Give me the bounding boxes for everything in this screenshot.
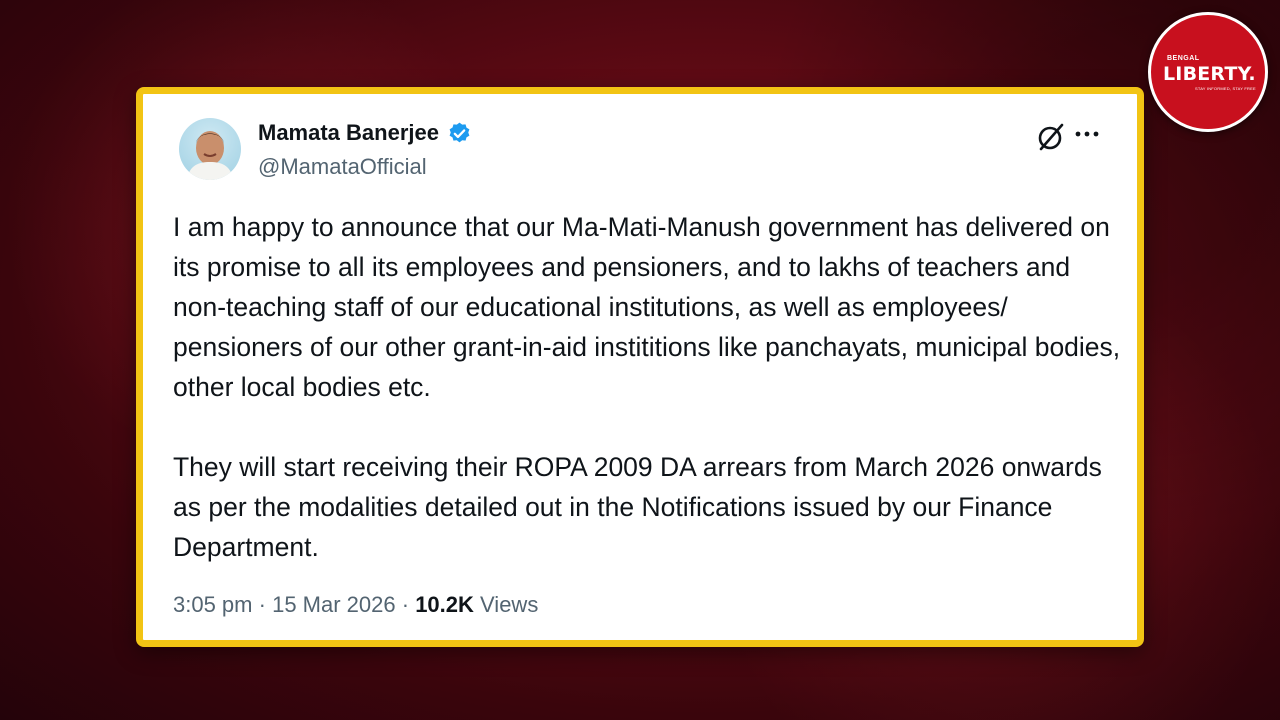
meta-separator: ·	[401, 592, 410, 617]
author-handle[interactable]: @MamataOfficial	[258, 154, 427, 180]
bengal-liberty-logo: BENGAL LIBERTY. STAY INFORMED, STAY FREE	[1148, 12, 1268, 132]
grok-icon[interactable]	[1037, 122, 1065, 152]
author-name[interactable]: Mamata Banerjee	[258, 120, 472, 146]
views-count: 10.2K	[415, 592, 474, 617]
author-avatar[interactable]	[179, 118, 241, 180]
verified-badge-icon	[449, 122, 470, 142]
more-options-icon[interactable]	[1073, 122, 1101, 146]
tweet-text: I am happy to announce that our Ma-Mati-…	[173, 207, 1123, 567]
author-name-text: Mamata Banerjee	[258, 120, 439, 145]
logo-tagline: STAY INFORMED, STAY FREE	[1195, 86, 1256, 91]
tweet-date[interactable]: 15 Mar 2026	[272, 592, 396, 617]
views-label: Views	[480, 592, 539, 617]
logo-small-text: BENGAL	[1167, 55, 1200, 62]
meta-separator: ·	[258, 592, 266, 617]
tweet-meta: 3:05 pm · 15 Mar 2026 · 10.2K Views	[173, 592, 538, 618]
logo-main-text: LIBERTY.	[1163, 63, 1256, 85]
tweet-paragraph: I am happy to announce that our Ma-Mati-…	[173, 212, 1121, 402]
tweet-paragraph: They will start receiving their ROPA 200…	[173, 452, 1102, 562]
tweet-card: Mamata Banerjee @MamataOfficial I am hap…	[136, 87, 1144, 647]
tweet-time[interactable]: 3:05 pm	[173, 592, 253, 617]
